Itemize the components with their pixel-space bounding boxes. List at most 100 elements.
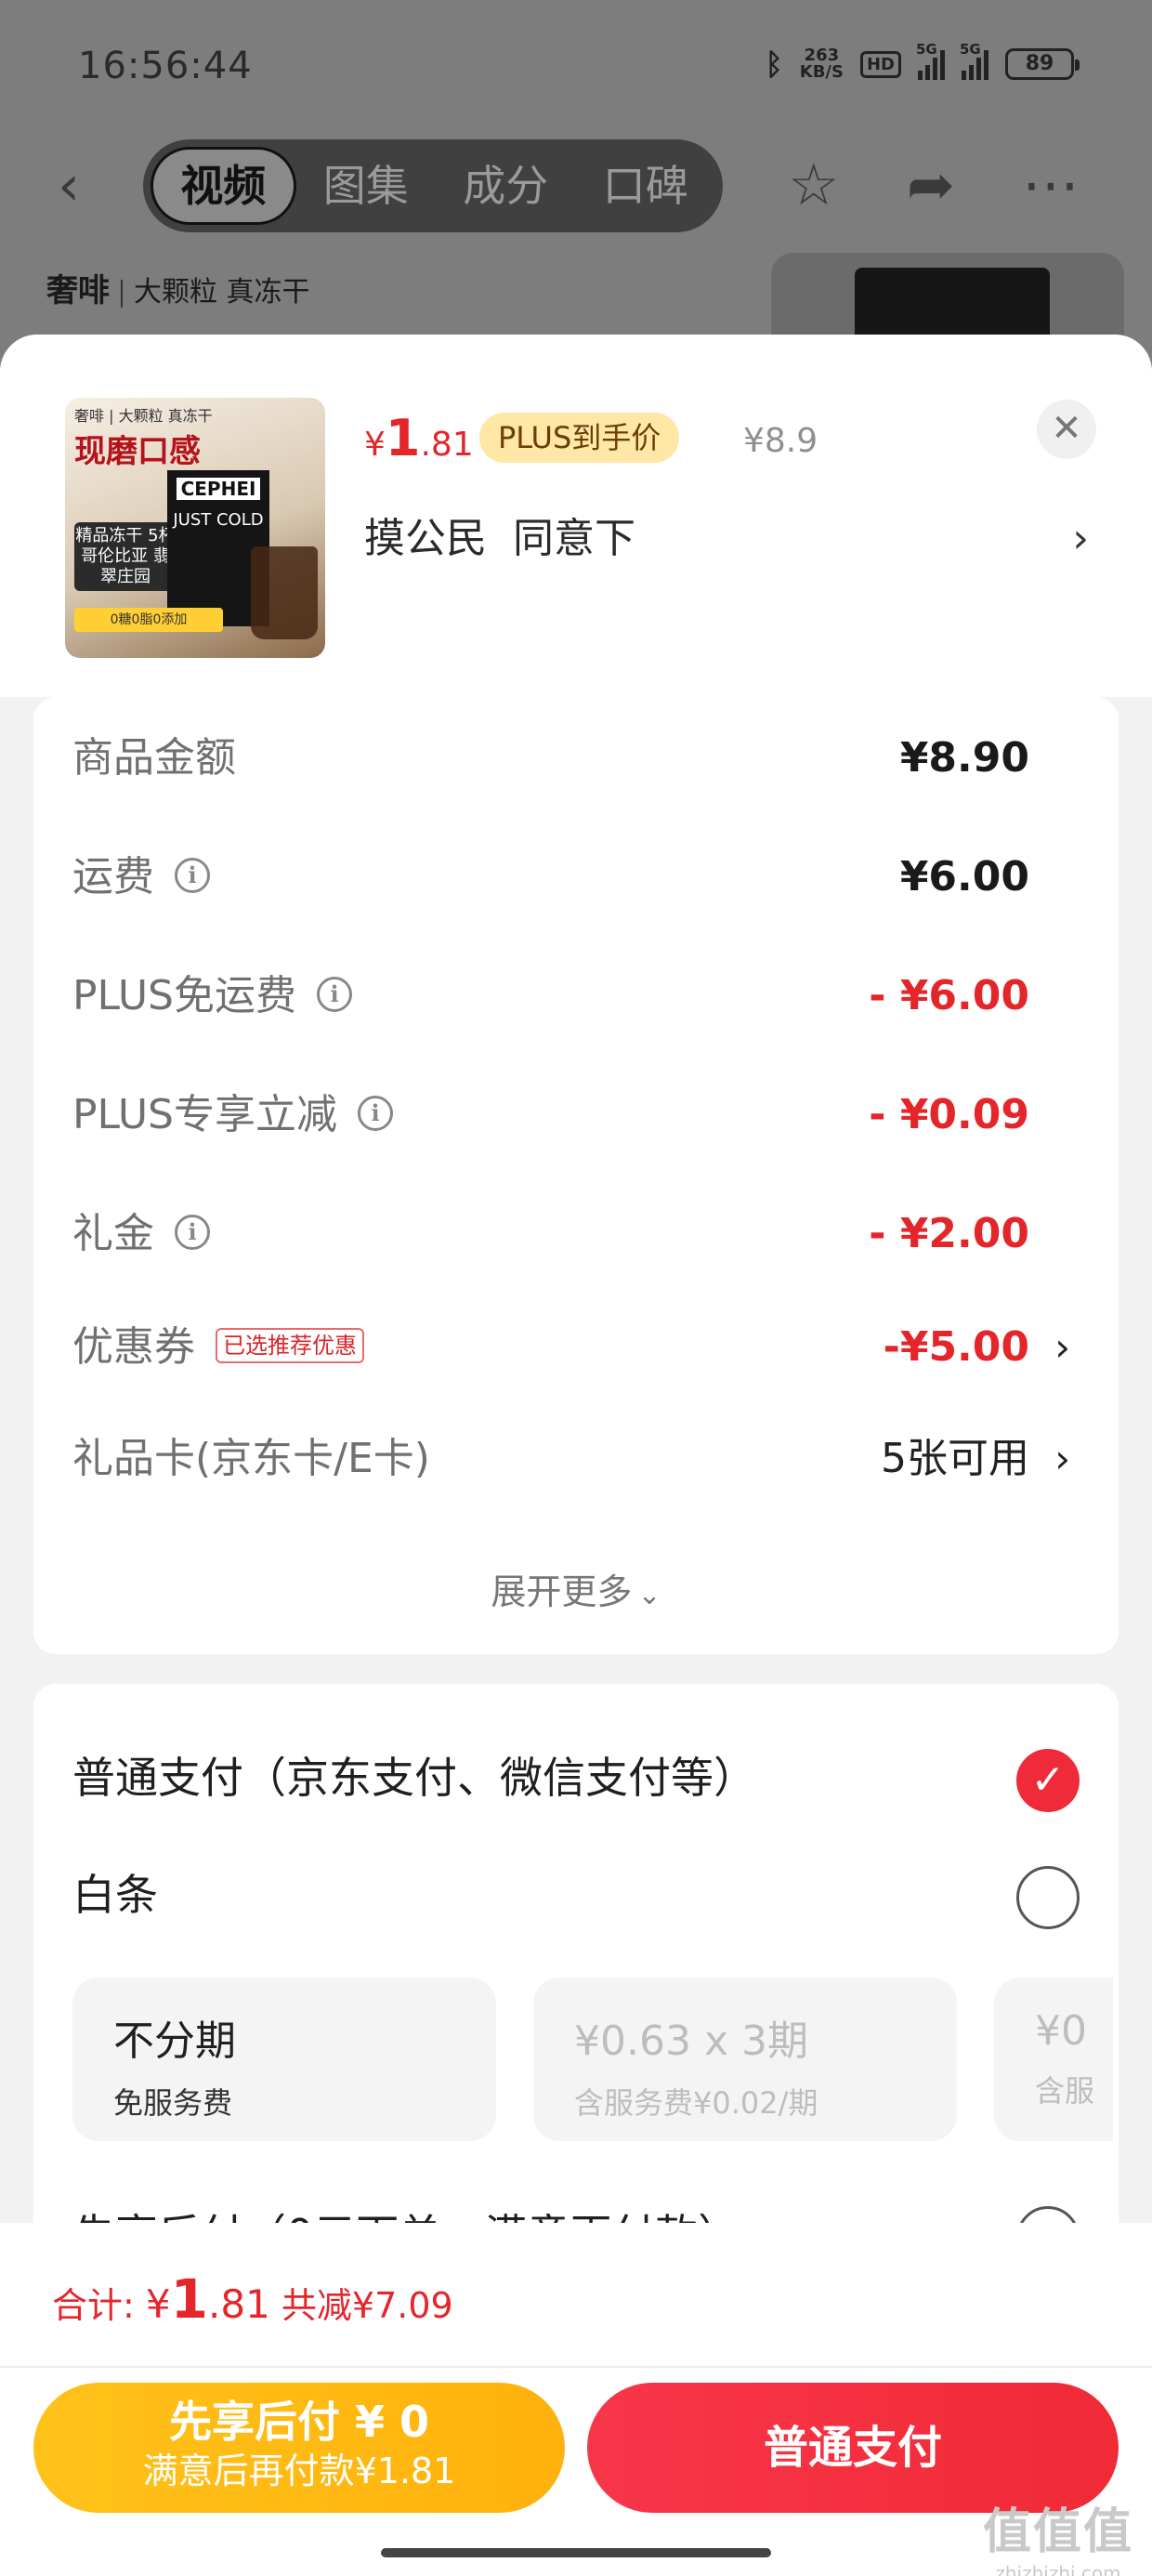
tab-ingredients[interactable]: 成分: [436, 147, 576, 225]
cost-value: - ¥2.00: [869, 1210, 1029, 1257]
divider: [0, 2366, 1152, 2368]
pay-later-line2: 满意后再付款¥1.81: [142, 2451, 456, 2491]
status-time: 16:56:44: [78, 45, 253, 87]
price-int: 1: [385, 409, 421, 467]
image-sub-text: 0糖0脂0添加: [74, 608, 223, 632]
chevron-right-icon: ›: [1054, 1324, 1070, 1370]
cost-row-goods: 商品金额 ¥8.90: [33, 721, 1119, 795]
cost-label-wrap: 优惠券 已选推荐优惠: [72, 1310, 364, 1385]
nav-tabs: 视频 图集 成分 口碑: [143, 139, 723, 232]
pay-option-label: 白条: [72, 1870, 158, 1920]
info-icon[interactable]: i: [358, 1096, 393, 1131]
gift-card-row[interactable]: 礼品卡(京东卡/E卡) 5张可用 ›: [33, 1422, 1119, 1496]
cost-label: 运费: [72, 853, 154, 900]
cost-label-wrap: PLUS免运费 i: [72, 959, 352, 1033]
star-icon[interactable]: ☆: [788, 156, 840, 214]
status-bar: 16:56:44 ᛒ 263 KB/S HD 5G 5G 89: [0, 0, 1152, 139]
coffee-cup-graphic: [251, 546, 318, 639]
info-icon[interactable]: i: [175, 1215, 210, 1250]
image-title-text: 现磨口感: [74, 433, 201, 470]
sku-selector[interactable]: 摸公民 同意下 ›: [364, 511, 1089, 567]
price-currency: ¥: [364, 426, 386, 464]
brand-slogan: 大颗粒 真冻干: [134, 276, 310, 309]
price-dec: .81: [420, 426, 474, 464]
cost-label-wrap: 运费 i: [72, 840, 210, 914]
net-speed-unit: KB/S: [799, 62, 844, 82]
net-speed: 263 KB/S: [800, 47, 844, 81]
product-image[interactable]: 奢啡 | 大颗粒 真冻干 现磨口感 精品冻干 5杯 哥伦比亚 翡翠庄园 CEPH…: [65, 398, 325, 658]
close-icon[interactable]: ✕: [1037, 400, 1096, 459]
more-icon[interactable]: ⋯: [1022, 156, 1080, 214]
cost-label-wrap: 礼金 i: [72, 1197, 210, 1271]
image-box-text: JUST COLD: [173, 510, 264, 530]
installment-main: ¥0.63 x 3期: [574, 2017, 808, 2065]
pay-later-button[interactable]: 先享后付 ¥ 0 满意后再付款¥1.81: [33, 2383, 565, 2513]
gift-card-value: 5张可用: [881, 1435, 1029, 1482]
bluetooth-icon: ᛒ: [765, 46, 783, 82]
pay-later-line1: 先享后付 ¥ 0: [168, 2397, 430, 2447]
brand-name: 奢啡: [46, 272, 110, 309]
installment-sub: 含服务费¥0.02/期: [574, 2085, 818, 2121]
cost-label: PLUS免运费: [72, 972, 296, 1019]
cost-label: 礼金: [72, 1210, 154, 1257]
coupon-value: -¥5.00: [883, 1323, 1029, 1371]
original-price: ¥8.9: [743, 422, 818, 460]
background-page: 16:56:44 ᛒ 263 KB/S HD 5G 5G 89 ‹ 视频 图集 …: [0, 0, 1152, 383]
chevron-down-icon: ⌄: [637, 1579, 661, 1611]
cost-label: 商品金额: [72, 734, 236, 782]
total-label: 合计:: [52, 2285, 135, 2326]
total-int: 1: [170, 2267, 208, 2331]
cost-value: - ¥6.00: [869, 972, 1029, 1019]
installment-option[interactable]: ¥0 含服: [994, 1978, 1113, 2141]
total-amount: ¥1.81: [146, 2267, 270, 2331]
coupon-label: 优惠券: [72, 1323, 195, 1371]
info-icon[interactable]: i: [175, 858, 210, 893]
installment-options: 不分期 免服务费 ¥0.63 x 3期 含服务费¥0.02/期 ¥0 含服: [72, 1978, 1113, 2145]
total-line: 合计: ¥1.81 共减¥7.09: [52, 2267, 453, 2331]
cost-value: ¥6.00: [899, 853, 1029, 900]
home-indicator[interactable]: [381, 2548, 771, 2557]
expand-more-button[interactable]: 展开更多 ⌄: [33, 1563, 1119, 1614]
cost-row-plus-discount: PLUS专享立减 i - ¥0.09: [33, 1078, 1119, 1152]
cost-value: ¥8.90: [899, 734, 1029, 782]
installment-main: ¥0: [1035, 2007, 1087, 2055]
coupon-row[interactable]: 优惠券 已选推荐优惠 -¥5.00 ›: [33, 1310, 1119, 1385]
signal-5g-icon-2: 5G: [960, 41, 988, 80]
image-brand-text: 奢啡 | 大颗粒 真冻干: [74, 407, 213, 425]
tab-reviews[interactable]: 口碑: [576, 147, 716, 225]
image-box-brand: CEPHEI: [177, 478, 260, 500]
pay-option-label: 普通支付（京东支付、微信支付等）: [72, 1753, 756, 1803]
current-price: ¥1.81: [364, 409, 474, 467]
radio-unchecked-icon[interactable]: [1016, 1866, 1080, 1929]
checkout-footer: 合计: ¥1.81 共减¥7.09 先享后付 ¥ 0 满意后再付款¥1.81 普…: [0, 2223, 1152, 2576]
tab-gallery[interactable]: 图集: [296, 147, 437, 225]
image-tag-text: 精品冻干 5杯 哥伦比亚 翡翠庄园: [74, 522, 177, 591]
recommended-badge: 已选推荐优惠: [216, 1328, 364, 1363]
cost-row-gift-money: 礼金 i - ¥2.00: [33, 1197, 1119, 1271]
cost-breakdown: 商品金额 ¥8.90 运费 i ¥6.00 PLUS免运费 i - ¥6.00 PL…: [33, 697, 1119, 1654]
status-icons: ᛒ 263 KB/S HD 5G 5G 89: [765, 41, 1080, 82]
cost-value: - ¥0.09: [869, 1091, 1029, 1138]
installment-option[interactable]: 不分期 免服务费: [72, 1978, 496, 2141]
share-icon[interactable]: ➦: [907, 156, 955, 214]
cost-label: PLUS专享立减: [72, 1091, 337, 1138]
background-brand: 奢啡 大颗粒 真冻干: [46, 265, 310, 310]
pay-option-baitiao[interactable]: 白条: [33, 1853, 1119, 1937]
chevron-right-icon: ›: [1054, 1436, 1070, 1481]
tab-video[interactable]: 视频: [151, 147, 296, 225]
watermark-url: zhizhizhi.com: [995, 2562, 1121, 2576]
pay-option-normal[interactable]: 普通支付（京东支付、微信支付等） ✓: [33, 1736, 1119, 1820]
cost-label-wrap: PLUS专享立减 i: [72, 1078, 393, 1152]
cost-row-plus-free-shipping: PLUS免运费 i - ¥6.00: [33, 959, 1119, 1033]
watermark-text: 值值值: [982, 2504, 1133, 2560]
signal-label: 5G: [916, 41, 937, 58]
top-nav: ‹ 视频 图集 成分 口碑 ☆ ➦ ⋯: [0, 139, 1152, 232]
watermark-logo: 值值值 zhizhizhi.com: [983, 2492, 1133, 2576]
back-arrow-icon[interactable]: ‹: [58, 158, 80, 214]
signal-label-2: 5G: [960, 41, 981, 58]
total-dec: .81: [208, 2281, 270, 2327]
installment-option[interactable]: ¥0.63 x 3期 含服务费¥0.02/期: [533, 1978, 957, 2141]
installment-sub: 含服: [1035, 2073, 1095, 2109]
check-icon[interactable]: ✓: [1016, 1749, 1080, 1812]
info-icon[interactable]: i: [317, 977, 352, 1012]
